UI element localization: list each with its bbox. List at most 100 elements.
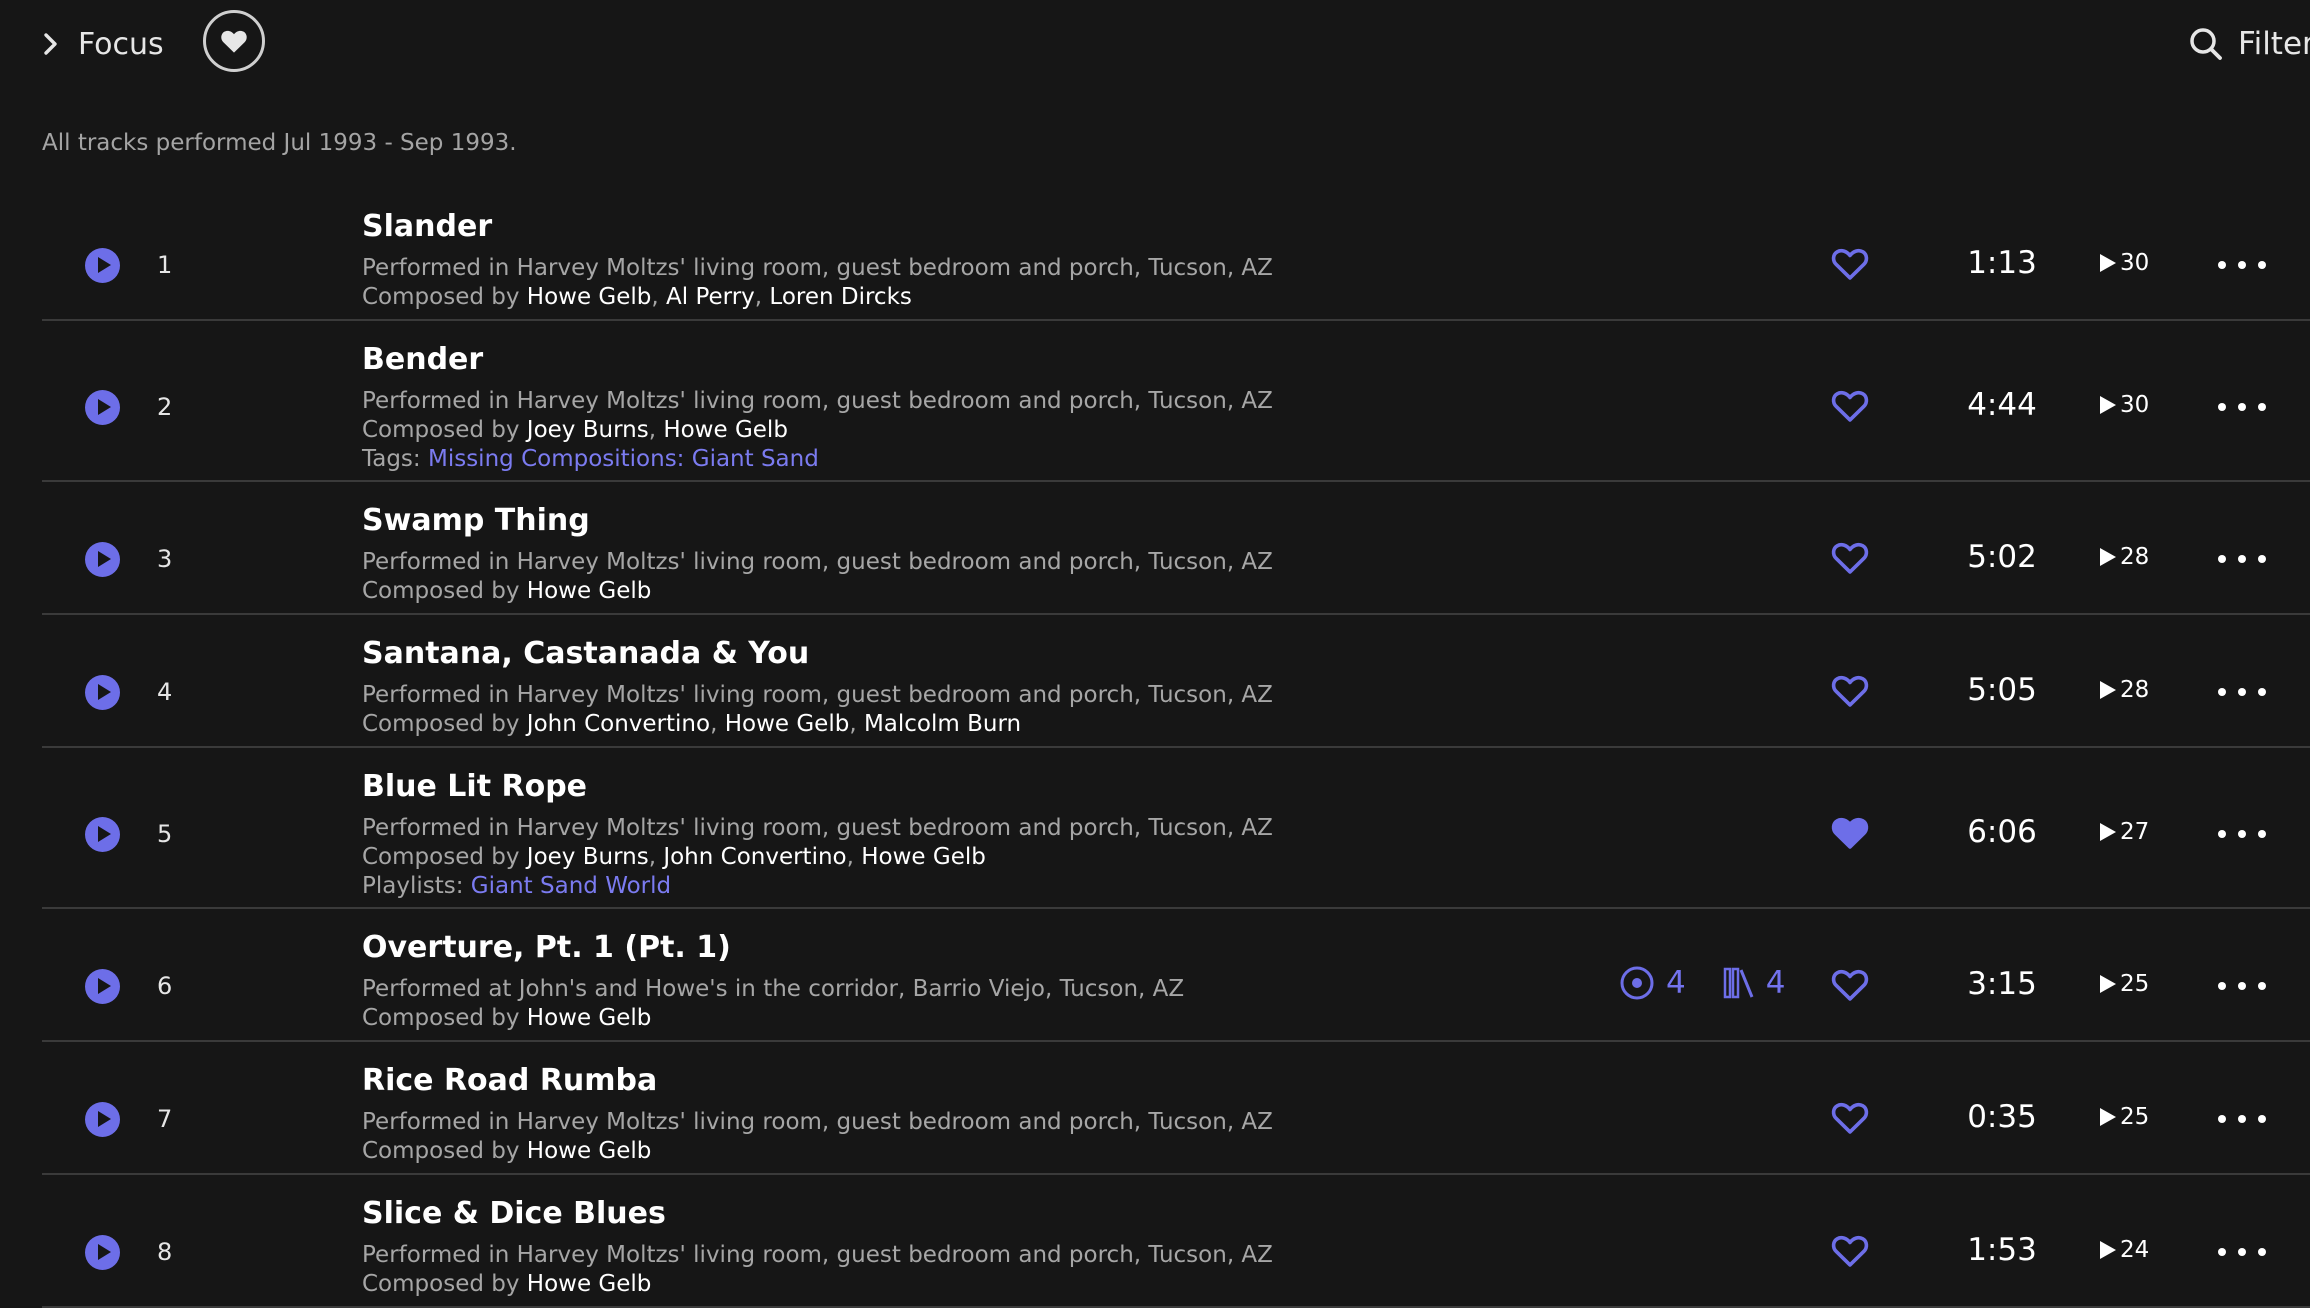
heart-icon[interactable] xyxy=(1830,673,1870,709)
composer-link[interactable]: Loren Dircks xyxy=(769,284,911,310)
more-options-button[interactable] xyxy=(2218,686,2266,698)
track-row: 4 Santana, Castanada & You Performed in Ha… xyxy=(42,615,2310,748)
play-count-icon xyxy=(2100,1241,2116,1259)
playlist-link[interactable]: Giant Sand World xyxy=(471,873,671,899)
top-bar: Focus Filter xyxy=(0,0,2310,90)
performance-venue: Performed in Harvey Moltzs' living room,… xyxy=(362,549,1273,575)
track-playlists: Playlists: Giant Sand World xyxy=(362,872,1273,901)
composer-link[interactable]: Howe Gelb xyxy=(527,284,652,310)
track-tags: Tags: Missing Compositions: Giant Sand xyxy=(362,445,1273,474)
track-row: 7 Rice Road Rumba Performed in Harvey Molt… xyxy=(42,1042,2310,1175)
more-options-button[interactable] xyxy=(2218,401,2266,413)
play-button[interactable] xyxy=(85,1102,120,1137)
play-button[interactable] xyxy=(85,1235,120,1270)
heart-icon[interactable] xyxy=(1830,1233,1870,1269)
library-button[interactable]: 4 xyxy=(1722,965,1785,1001)
filter-label: Filter xyxy=(2238,26,2310,62)
play-count: 27 xyxy=(2100,819,2149,845)
heart-icon[interactable] xyxy=(1830,967,1870,1003)
track-row: 8 Slice & Dice Blues Performed in Harvey M… xyxy=(42,1175,2310,1308)
composer-link[interactable]: Howe Gelb xyxy=(725,711,850,737)
versions-icon xyxy=(1620,966,1654,1000)
filter-button[interactable]: Filter xyxy=(2188,22,2310,66)
track-title[interactable]: Swamp Thing xyxy=(362,504,1273,538)
more-options-button[interactable] xyxy=(2218,553,2266,565)
play-count: 25 xyxy=(2100,971,2149,997)
more-options-button[interactable] xyxy=(2218,259,2266,271)
play-button[interactable] xyxy=(85,248,120,283)
composer-credits: Composed by Joey Burns, Howe Gelb xyxy=(362,417,788,443)
heart-icon[interactable] xyxy=(1830,1100,1870,1136)
composed-by-label: Composed by xyxy=(362,284,520,310)
play-button[interactable] xyxy=(85,675,120,710)
play-button[interactable] xyxy=(85,542,120,577)
play-button[interactable] xyxy=(85,817,120,852)
heart-icon[interactable] xyxy=(1830,815,1870,851)
heart-icon[interactable] xyxy=(1830,246,1870,282)
more-options-button[interactable] xyxy=(2218,1113,2266,1125)
more-dot xyxy=(2238,261,2246,269)
tags-label: Tags: xyxy=(362,446,421,472)
track-row: 1 Slander Performed in Harvey Moltzs' livi… xyxy=(42,188,2310,321)
focus-label: Focus xyxy=(78,26,164,62)
favorites-filter-button[interactable] xyxy=(203,10,265,72)
track-title[interactable]: Slice & Dice Blues xyxy=(362,1197,1273,1231)
heart-icon[interactable] xyxy=(1830,388,1870,424)
play-count-value: 25 xyxy=(2120,1104,2150,1130)
track-row: 2 Bender Performed in Harvey Moltzs' livin… xyxy=(42,321,2310,482)
track-number: 1 xyxy=(157,251,173,279)
track-duration: 0:35 xyxy=(1967,1099,2037,1135)
more-options-button[interactable] xyxy=(2218,1246,2266,1258)
track-info: Rice Road Rumba Performed in Harvey Moltz… xyxy=(362,1064,1273,1166)
play-count-icon xyxy=(2100,681,2116,699)
more-options-button[interactable] xyxy=(2218,828,2266,840)
play-count: 30 xyxy=(2100,250,2149,276)
track-number: 4 xyxy=(157,678,173,706)
track-title[interactable]: Slander xyxy=(362,210,1273,244)
composer-link[interactable]: Howe Gelb xyxy=(527,1271,652,1297)
more-dot xyxy=(2238,830,2246,838)
more-dot xyxy=(2238,1248,2246,1256)
composer-link[interactable]: Al Perry xyxy=(666,284,755,310)
tag-link[interactable]: Missing Compositions: Giant Sand xyxy=(428,446,819,472)
composer-credits: Composed by Howe Gelb xyxy=(362,1004,1184,1033)
track-title[interactable]: Blue Lit Rope xyxy=(362,770,1273,804)
track-info: Blue Lit Rope Performed in Harvey Moltzs'… xyxy=(362,770,1273,901)
more-dot xyxy=(2238,555,2246,563)
track-title[interactable]: Bender xyxy=(362,343,1273,377)
composer-link[interactable]: Howe Gelb xyxy=(663,417,788,443)
composer-link[interactable]: John Convertino xyxy=(663,844,846,870)
more-dot xyxy=(2258,830,2266,838)
composer-credits: Composed by Howe Gelb xyxy=(362,1270,1273,1299)
composer-link[interactable]: Joey Burns xyxy=(527,417,649,443)
more-dot xyxy=(2258,982,2266,990)
play-button[interactable] xyxy=(85,969,120,1004)
composer-link[interactable]: Joey Burns xyxy=(527,844,649,870)
play-button[interactable] xyxy=(85,390,120,425)
composer-link[interactable]: John Convertino xyxy=(527,711,710,737)
versions-button[interactable]: 4 xyxy=(1618,964,1686,1002)
performance-venue: Performed in Harvey Moltzs' living room,… xyxy=(362,1242,1273,1268)
search-icon xyxy=(2190,28,2222,60)
track-number: 7 xyxy=(157,1105,173,1133)
composer-link[interactable]: Howe Gelb xyxy=(527,1005,652,1031)
composer-link[interactable]: Howe Gelb xyxy=(527,1138,652,1164)
heart-icon[interactable] xyxy=(1830,540,1870,576)
track-duration: 5:02 xyxy=(1967,539,2037,575)
composer-credits: Composed by Howe Gelb xyxy=(362,1137,1273,1166)
track-duration: 1:53 xyxy=(1967,1232,2037,1268)
track-title[interactable]: Santana, Castanada & You xyxy=(362,637,1273,671)
composer-link[interactable]: Malcolm Burn xyxy=(864,711,1021,737)
play-count-value: 30 xyxy=(2120,250,2150,276)
track-title[interactable]: Overture, Pt. 1 (Pt. 1) xyxy=(362,931,1184,965)
play-count-value: 25 xyxy=(2120,971,2150,997)
composer-link[interactable]: Howe Gelb xyxy=(861,844,986,870)
more-options-button[interactable] xyxy=(2218,980,2266,992)
heart-icon xyxy=(221,30,247,53)
composer-link[interactable]: Howe Gelb xyxy=(527,578,652,604)
more-dot xyxy=(2238,982,2246,990)
track-extras: 44 xyxy=(1618,964,1785,1002)
track-title[interactable]: Rice Road Rumba xyxy=(362,1064,1273,1098)
more-dot xyxy=(2218,982,2226,990)
focus-toggle[interactable]: Focus xyxy=(40,20,164,68)
